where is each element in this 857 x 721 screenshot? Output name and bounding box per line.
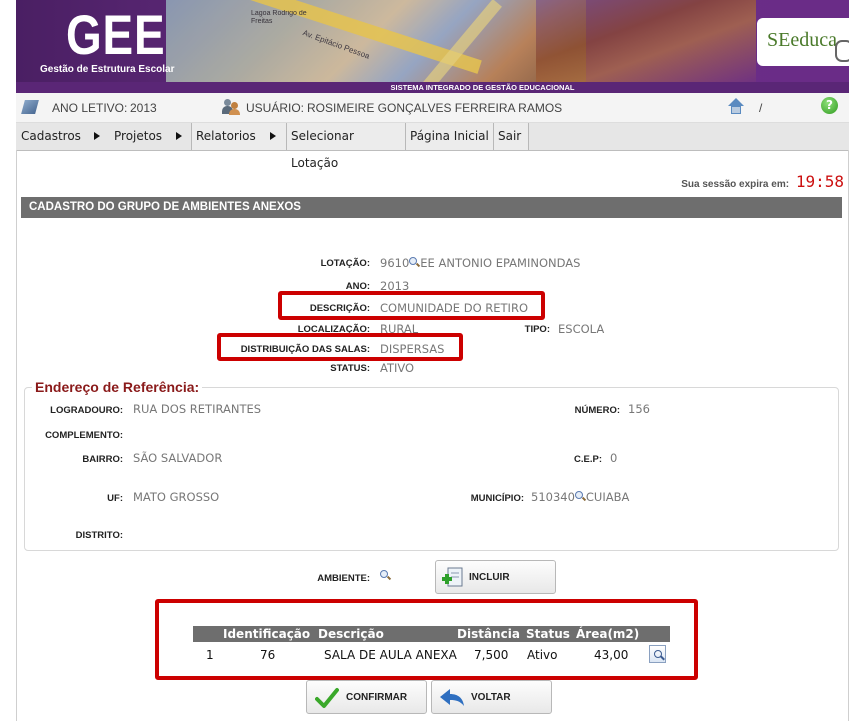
slash-separator: /: [759, 101, 763, 115]
confirmar-button[interactable]: CONFIRMAR: [306, 680, 427, 714]
map-label-lagoa: Lagoa Rodrigo de Freitas: [251, 10, 307, 25]
col-area: Área(m2): [576, 627, 640, 641]
tipo-label: TIPO:: [524, 324, 550, 335]
menu-relatorios-arrow-icon: [270, 132, 276, 140]
logradouro-value: RUA DOS RETIRANTES: [133, 402, 262, 416]
back-arrow-icon: [440, 689, 464, 706]
banner-crane-image: [536, 0, 756, 90]
voltar-button[interactable]: VOLTAR: [431, 680, 552, 714]
voltar-button-label: VOLTAR: [471, 692, 511, 703]
numero-value: 156: [628, 402, 650, 416]
row-distancia: 7,500: [474, 648, 509, 662]
checkmark-icon: [315, 688, 339, 708]
gee-logo: GEE: [66, 3, 166, 66]
menu-cadastros[interactable]: Cadastros: [21, 123, 81, 150]
lotacao-name: EE ANTONIO EPAMINONDAS: [420, 256, 581, 270]
lotacao-search-icon[interactable]: [409, 257, 420, 268]
add-document-icon: [442, 567, 463, 587]
mouse-icon: [835, 40, 849, 62]
ambiente-search-icon[interactable]: [380, 570, 391, 581]
gee-logo-subtitle: Gestão de Estrutura Escolar: [40, 64, 175, 75]
descricao-label: DESCRIÇÃO:: [309, 303, 370, 314]
col-descricao: Descrição: [318, 627, 384, 641]
incluir-button-label: INCLUIR: [469, 572, 510, 583]
info-bar: ANO LETIVO: 2013 USUÁRIO: ROSIMEIRE GONÇ…: [16, 93, 849, 123]
municipio-search-icon[interactable]: [574, 491, 586, 502]
numero-label: NÚMERO:: [574, 405, 620, 416]
row-identificacao: 76: [260, 648, 276, 662]
logradouro-label: LOGRADOURO:: [50, 405, 123, 416]
menu-projetos-arrow-icon: [176, 132, 182, 140]
content-frame-left: [16, 150, 17, 721]
menu-selecionar-lotacao[interactable]: Selecionar Lotação: [286, 123, 406, 170]
menu-pagina-inicial-label: Página Inicial: [410, 129, 489, 143]
cep-label: C.E.P:: [574, 454, 602, 465]
session-time: 19:58: [795, 172, 844, 191]
menu-projetos-label: Projetos: [114, 129, 163, 143]
municipio-label: MUNICÍPIO:: [470, 493, 524, 504]
ano-letivo-label: ANO LETIVO:: [52, 101, 128, 115]
descricao-value: COMUNIDADE DO RETIRO: [380, 301, 528, 315]
page: Lagoa Rodrigo de Freitas Av. Epitácio Pe…: [0, 0, 857, 721]
session-timer: Sua sessão expira em: 19:58: [16, 172, 844, 191]
usuario-value: ROSIMEIRE GONÇALVES FERREIRA RAMOS: [307, 101, 563, 115]
main-menu: Cadastros Projetos Relatorios Selecionar…: [16, 123, 849, 170]
distribuicao-label: DISTRIBUIÇÃO DAS SALAS:: [240, 344, 370, 355]
row-descricao: SALA DE AULA ANEXA: [324, 648, 457, 662]
users-icon: [222, 99, 240, 115]
lotacao-code: 9610: [380, 256, 410, 270]
help-icon[interactable]: ?: [821, 97, 838, 114]
address-legend: Endereço de Referência:: [32, 379, 203, 395]
municipio-code: 510340: [531, 490, 575, 504]
status-label: STATUS:: [330, 363, 370, 374]
row-area: 43,00: [594, 648, 629, 662]
section-title: CADASTRO DO GRUPO DE AMBIENTES ANEXOS: [21, 197, 842, 218]
bairro-label: BAIRRO:: [82, 454, 123, 465]
menu-sair-label: Sair: [498, 129, 522, 143]
uf-value: MATO GROSSO: [133, 490, 220, 504]
menu-cadastros-arrow-icon: [94, 132, 100, 140]
menu-selecionar-lotacao-label: Selecionar Lotação: [291, 129, 354, 170]
banner-map-image: Lagoa Rodrigo de Freitas Av. Epitácio Pe…: [166, 0, 586, 91]
col-distancia: Distância: [457, 627, 520, 641]
header-banner: Lagoa Rodrigo de Freitas Av. Epitácio Pe…: [16, 0, 849, 93]
calendar-icon: [21, 100, 39, 114]
view-details-icon[interactable]: [649, 645, 666, 663]
content-frame-right: [848, 150, 849, 721]
system-title: SISTEMA INTEGRADO DE GESTÃO EDUCACIONAL: [16, 82, 849, 93]
menu-sair[interactable]: Sair: [493, 123, 529, 150]
status-value: ATIVO: [380, 361, 415, 375]
seduc-logo: SEeduca: [757, 18, 849, 66]
col-identificacao: Identificação: [223, 627, 311, 641]
menu-pagina-inicial[interactable]: Página Inicial: [405, 123, 494, 150]
session-label: Sua sessão expira em:: [681, 179, 790, 190]
home-icon[interactable]: [728, 98, 744, 114]
confirmar-button-label: CONFIRMAR: [346, 692, 408, 703]
cep-value: 0: [610, 451, 618, 465]
ambiente-label: AMBIENTE:: [317, 573, 370, 584]
menu-cadastros-label: Cadastros: [21, 129, 81, 143]
col-status: Status: [526, 627, 570, 641]
municipio-value: 510340 CUIABA: [531, 490, 629, 504]
usuario-label: USUÁRIO:: [246, 101, 305, 115]
row-status: Ativo: [527, 648, 558, 662]
tipo-value: ESCOLA: [558, 322, 605, 336]
uf-label: UF:: [107, 493, 123, 504]
seduc-logo-text: SEeduca: [767, 29, 837, 51]
municipio-name: CUIABA: [585, 490, 630, 504]
incluir-button[interactable]: INCLUIR: [435, 560, 556, 594]
lotacao-value: 9610 EE ANTONIO EPAMINONDAS: [380, 256, 580, 270]
ano-letivo-value: 2013: [130, 101, 157, 115]
complemento-label: COMPLEMENTO:: [45, 430, 123, 441]
bairro-value: SÃO SALVADOR: [133, 451, 223, 465]
menu-projetos[interactable]: Projetos: [114, 123, 162, 150]
menu-relatorios-label: Relatorios: [196, 129, 256, 143]
row-index: 1: [206, 648, 214, 662]
lotacao-label: LOTAÇÃO:: [320, 258, 370, 269]
distrito-label: DISTRITO:: [75, 530, 123, 541]
distribuicao-value: DISPERSAS: [380, 342, 445, 356]
